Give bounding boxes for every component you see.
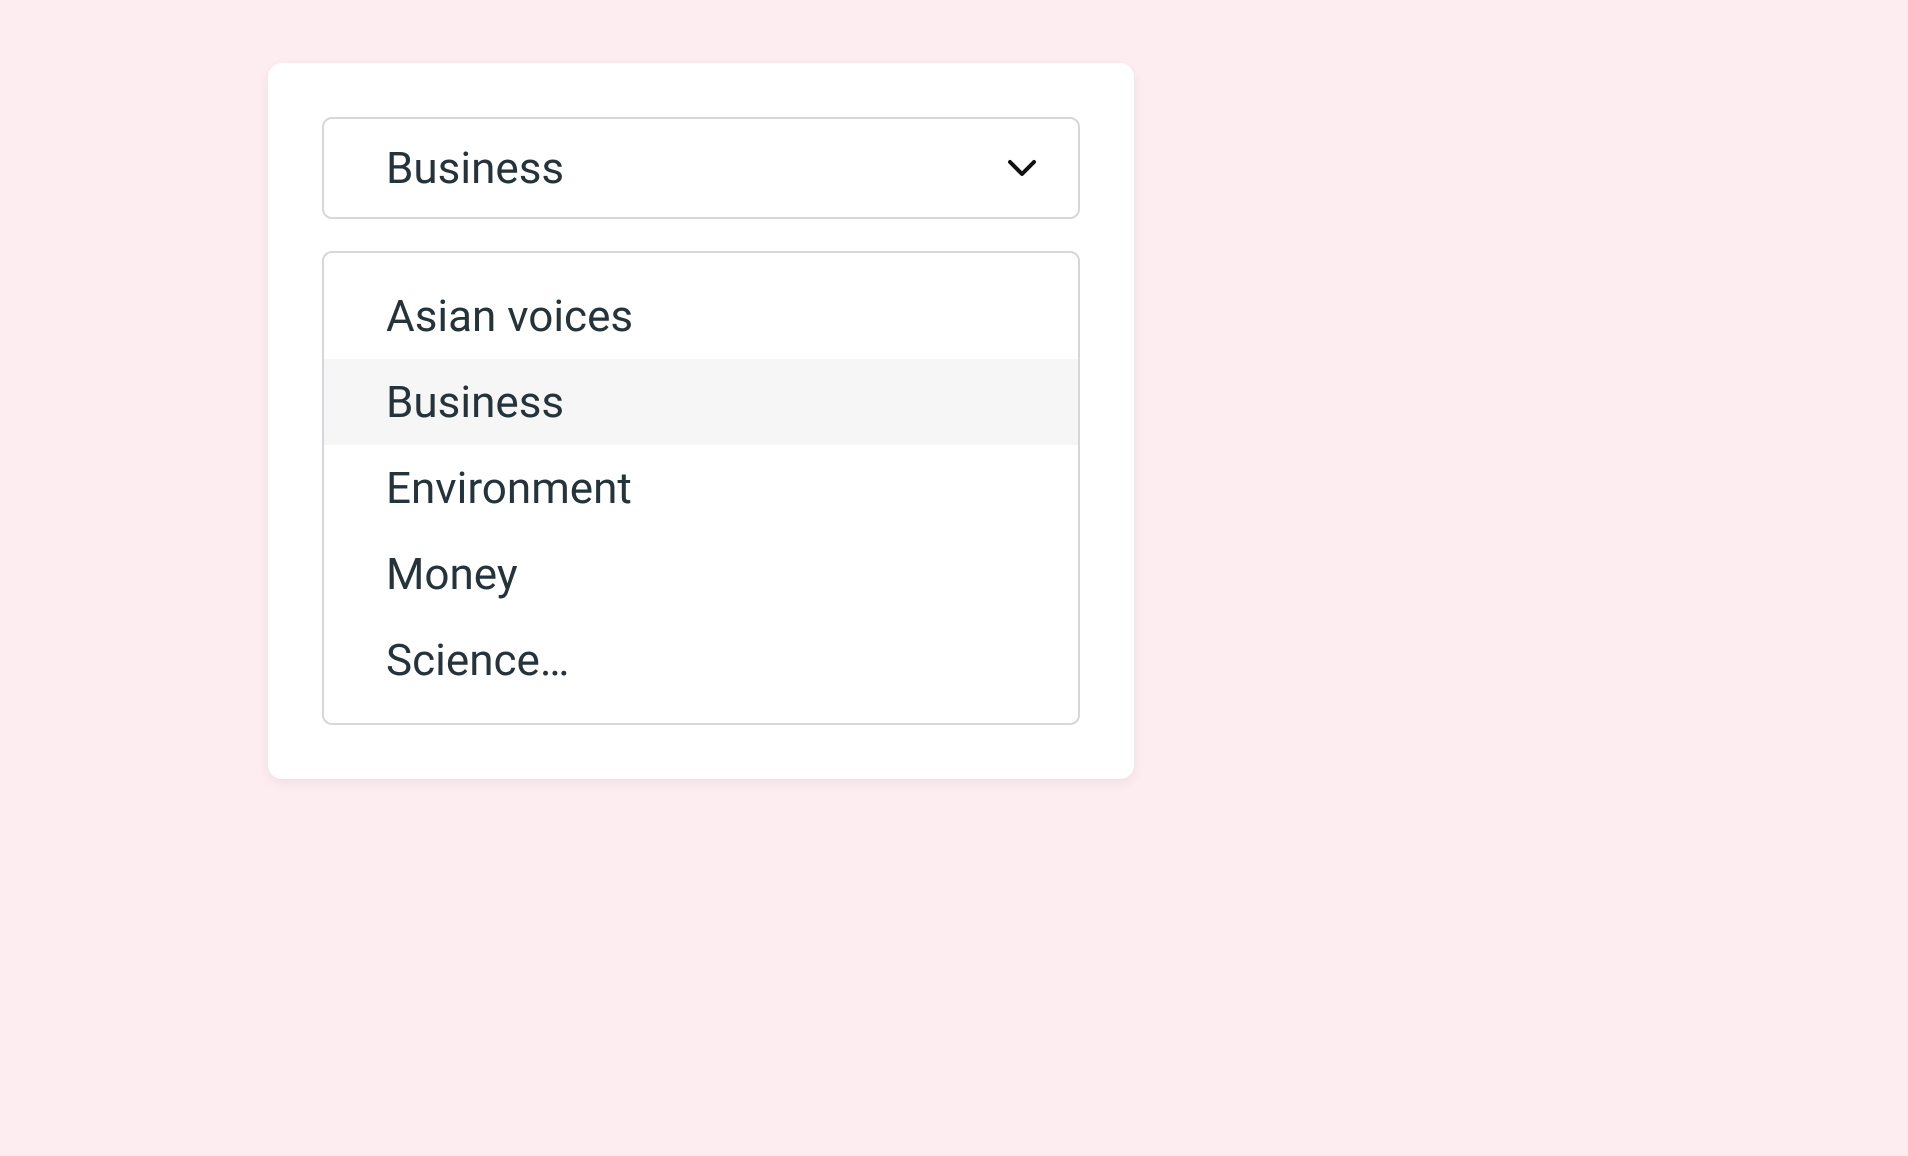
select-trigger[interactable]: Business: [322, 117, 1080, 219]
dropdown-option-label: Asian voices: [386, 290, 633, 342]
dropdown-option-environment[interactable]: Environment: [324, 445, 1078, 531]
dropdown-option-money[interactable]: Money: [324, 531, 1078, 617]
dropdown-option-business[interactable]: Business: [324, 359, 1078, 445]
dropdown-option-asian-voices[interactable]: Asian voices: [324, 273, 1078, 359]
dropdown-option-science[interactable]: Science…: [324, 617, 1078, 703]
dropdown-card: Business Asian voices Business Environme…: [268, 63, 1134, 779]
dropdown-option-label: Business: [386, 376, 564, 428]
dropdown-option-label: Environment: [386, 462, 632, 514]
chevron-down-icon: [1006, 152, 1038, 184]
dropdown-option-label: Money: [386, 548, 518, 600]
dropdown-option-label: Science…: [386, 634, 569, 686]
dropdown-panel: Asian voices Business Environment Money …: [322, 251, 1080, 725]
select-trigger-label: Business: [386, 142, 564, 194]
